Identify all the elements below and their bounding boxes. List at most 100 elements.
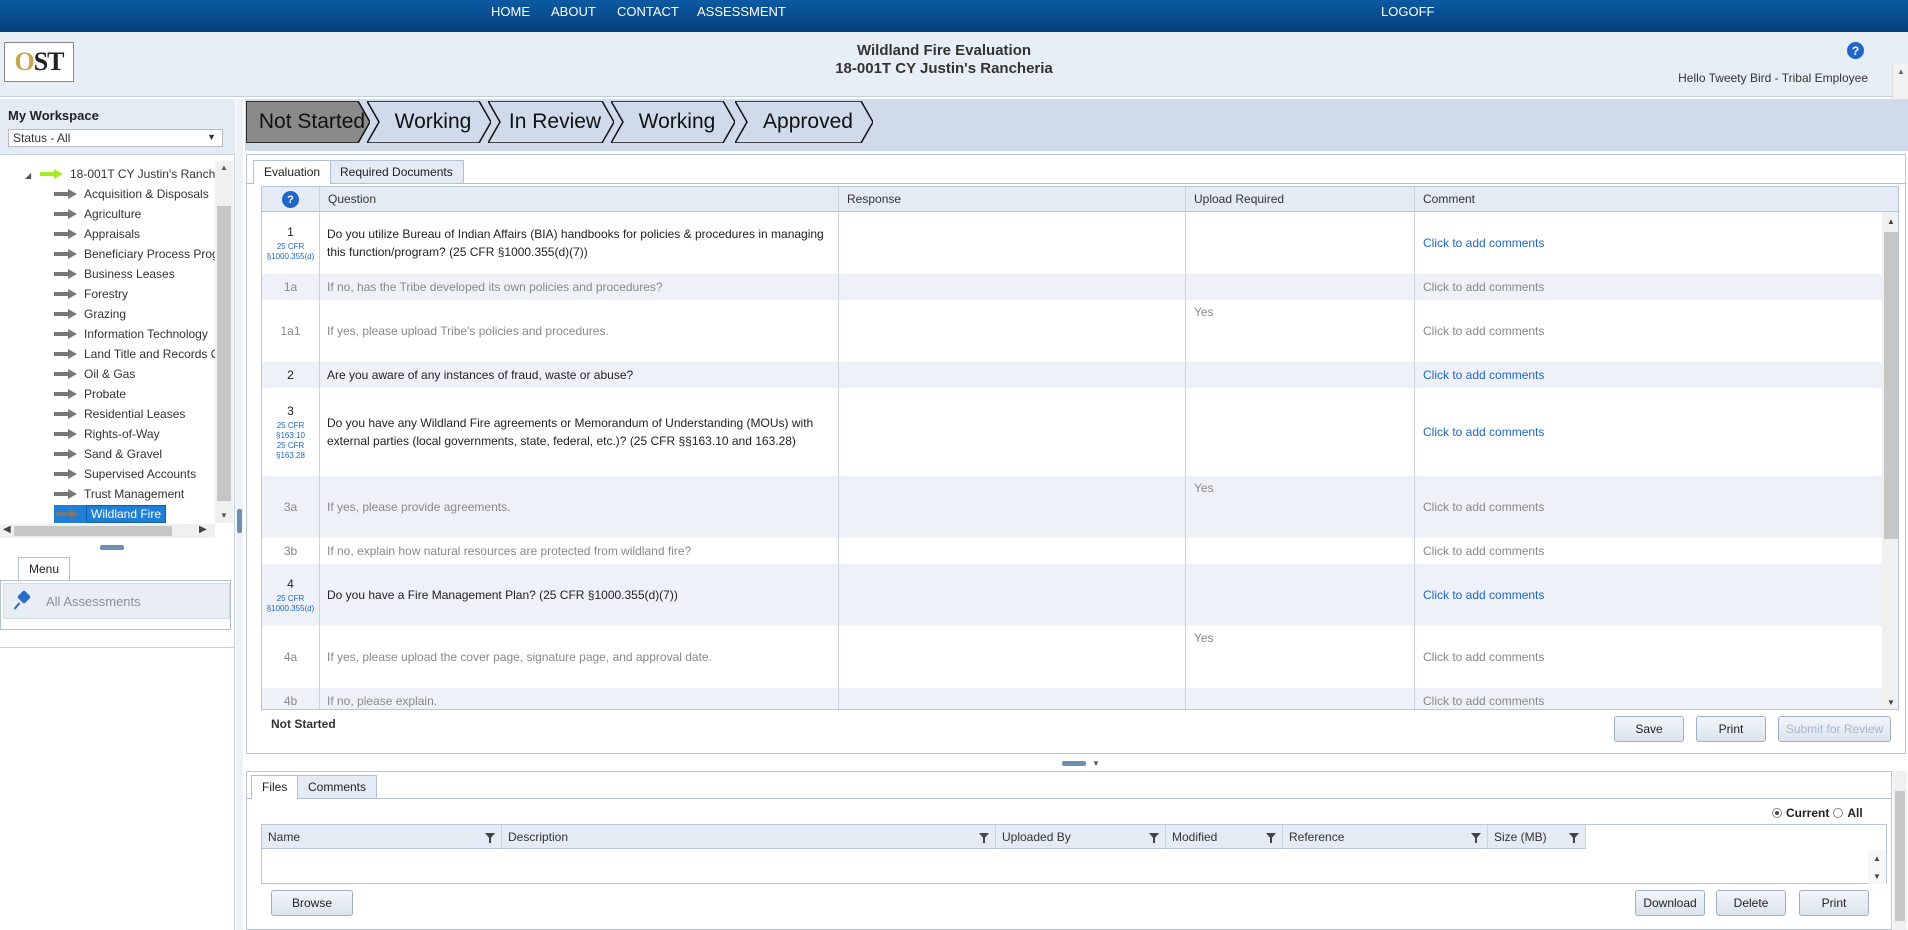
comment-cell[interactable]: Click to add comments bbox=[1414, 538, 1882, 564]
cfr-reference-link[interactable]: 25 CFR bbox=[277, 441, 305, 451]
tree-item-residential-leases[interactable]: Residential Leases bbox=[54, 405, 185, 423]
add-comment-link[interactable]: Click to add comments bbox=[1423, 588, 1544, 602]
cfr-reference-link[interactable]: §1000.355(d) bbox=[267, 252, 315, 262]
files-col-header-uploaded-by[interactable]: Uploaded By bbox=[996, 825, 1166, 849]
filter-icon[interactable] bbox=[979, 833, 989, 843]
filter-icon[interactable] bbox=[485, 833, 495, 843]
help-icon[interactable]: ? bbox=[1847, 42, 1864, 59]
comment-cell[interactable]: Click to add comments bbox=[1414, 362, 1882, 388]
download-button[interactable]: Download bbox=[1635, 890, 1705, 916]
comment-cell[interactable]: Click to add comments bbox=[1414, 212, 1882, 274]
filter-icon[interactable] bbox=[1266, 833, 1276, 843]
scroll-right-icon[interactable]: ▶ bbox=[199, 524, 207, 535]
menu-item-all-assessments[interactable]: All Assessments bbox=[3, 583, 230, 619]
tree-item-oil-gas[interactable]: Oil & Gas bbox=[54, 365, 135, 383]
panel-splitter-grip[interactable] bbox=[100, 545, 124, 550]
filter-icon[interactable] bbox=[1471, 833, 1481, 843]
horizontal-splitter[interactable]: ▼ bbox=[245, 759, 1908, 768]
tab-required-documents[interactable]: Required Documents bbox=[329, 160, 464, 184]
scroll-down-icon[interactable]: ▼ bbox=[220, 511, 228, 520]
tab-comments[interactable]: Comments bbox=[297, 775, 378, 799]
tree-item-beneficiary-process-program[interactable]: Beneficiary Process Program bbox=[54, 245, 215, 263]
tree-item-rights-of-way[interactable]: Rights-of-Way bbox=[54, 425, 160, 443]
scroll-up-icon[interactable]: ▲ bbox=[1873, 854, 1881, 863]
nav-assessment-link[interactable]: ASSESSMENT bbox=[697, 4, 786, 19]
response-cell[interactable] bbox=[838, 388, 1185, 476]
response-cell[interactable] bbox=[838, 212, 1185, 274]
comment-cell[interactable]: Click to add comments bbox=[1414, 688, 1882, 709]
add-comment-link[interactable]: Click to add comments bbox=[1423, 324, 1544, 338]
delete-button[interactable]: Delete bbox=[1716, 890, 1786, 916]
scroll-thumb[interactable] bbox=[1895, 791, 1905, 921]
tree-item-forestry[interactable]: Forestry bbox=[54, 285, 128, 303]
files-grid-scrollbar[interactable]: ▲ ▼ bbox=[1868, 850, 1886, 884]
submit-for-review-button[interactable]: Submit for Review bbox=[1778, 716, 1891, 742]
tree-item-business-leases[interactable]: Business Leases bbox=[54, 265, 175, 283]
grid-vscrollbar[interactable]: ▲ ▼ bbox=[1882, 212, 1898, 709]
tree-item-supervised-accounts[interactable]: Supervised Accounts bbox=[54, 465, 196, 483]
tree-item-land-title-and-records-offices[interactable]: Land Title and Records Offices bbox=[54, 345, 215, 363]
tab-evaluation[interactable]: Evaluation bbox=[253, 160, 332, 184]
nav-about-link[interactable]: ABOUT bbox=[551, 4, 596, 19]
status-filter-select[interactable]: Status - All ▼ bbox=[8, 129, 223, 147]
response-cell[interactable] bbox=[838, 626, 1185, 688]
cfr-reference-link[interactable]: §1000.355(d) bbox=[267, 604, 315, 614]
scroll-up-icon[interactable]: ▲ bbox=[220, 163, 228, 172]
add-comment-link[interactable]: Click to add comments bbox=[1423, 236, 1544, 250]
response-cell[interactable] bbox=[838, 538, 1185, 564]
cfr-reference-link[interactable]: 25 CFR bbox=[277, 242, 305, 252]
splitter-grip[interactable] bbox=[237, 509, 242, 533]
cfr-reference-link[interactable]: §163.10 bbox=[276, 431, 305, 441]
scroll-left-icon[interactable]: ◀ bbox=[3, 524, 11, 535]
tree-item-grazing[interactable]: Grazing bbox=[54, 305, 126, 323]
add-comment-link[interactable]: Click to add comments bbox=[1423, 544, 1544, 558]
response-cell[interactable] bbox=[838, 688, 1185, 709]
left-splitter[interactable] bbox=[236, 99, 243, 930]
comment-cell[interactable]: Click to add comments bbox=[1414, 300, 1882, 362]
radio-all[interactable] bbox=[1833, 808, 1844, 818]
tree-hscrollbar[interactable]: ◀ ▶ bbox=[0, 524, 215, 538]
response-cell[interactable] bbox=[838, 274, 1185, 300]
response-cell[interactable] bbox=[838, 362, 1185, 388]
files-col-header-reference[interactable]: Reference bbox=[1283, 825, 1488, 849]
tree-item-agriculture[interactable]: Agriculture bbox=[54, 205, 141, 223]
splitter-grip[interactable] bbox=[1062, 761, 1086, 766]
tree-root-item[interactable]: 18-001T CY Justin's Rancheria bbox=[40, 165, 215, 183]
tab-files[interactable]: Files bbox=[251, 775, 299, 799]
tree-item-sand-gravel[interactable]: Sand & Gravel bbox=[54, 445, 162, 463]
nav-contact-link[interactable]: CONTACT bbox=[617, 4, 679, 19]
col-header-comment[interactable]: Comment bbox=[1414, 187, 1882, 212]
scroll-up-icon[interactable]: ▲ bbox=[1897, 67, 1905, 76]
add-comment-link[interactable]: Click to add comments bbox=[1423, 694, 1544, 708]
files-print-button[interactable]: Print bbox=[1799, 890, 1869, 916]
tab-menu[interactable]: Menu bbox=[18, 557, 70, 581]
files-col-header-modified[interactable]: Modified bbox=[1166, 825, 1283, 849]
add-comment-link[interactable]: Click to add comments bbox=[1423, 500, 1544, 514]
col-header-response[interactable]: Response bbox=[838, 187, 1185, 212]
comment-cell[interactable]: Click to add comments bbox=[1414, 388, 1882, 476]
radio-current[interactable] bbox=[1772, 808, 1782, 818]
tree-vscrollbar[interactable]: ▲ ▼ bbox=[215, 161, 233, 523]
scroll-up-icon[interactable]: ▲ bbox=[1887, 217, 1895, 226]
col-header-question[interactable]: Question bbox=[319, 187, 838, 212]
print-button[interactable]: Print bbox=[1696, 716, 1766, 742]
scroll-thumb[interactable] bbox=[1884, 232, 1898, 539]
nav-logoff-link[interactable]: LOGOFF bbox=[1381, 4, 1434, 19]
scroll-down-icon[interactable]: ▼ bbox=[1873, 872, 1881, 881]
filter-icon[interactable] bbox=[1569, 833, 1579, 843]
files-col-header-name[interactable]: Name bbox=[262, 825, 502, 849]
tree-item-probate[interactable]: Probate bbox=[54, 385, 126, 403]
tree-item-information-technology[interactable]: Information Technology bbox=[54, 325, 208, 343]
add-comment-link[interactable]: Click to add comments bbox=[1423, 280, 1544, 294]
tree-item-trust-management[interactable]: Trust Management bbox=[54, 485, 184, 503]
scroll-thumb[interactable] bbox=[217, 206, 231, 501]
files-col-header-description[interactable]: Description bbox=[502, 825, 996, 849]
comment-cell[interactable]: Click to add comments bbox=[1414, 274, 1882, 300]
nav-home-link[interactable]: HOME bbox=[491, 4, 530, 19]
question-help-icon[interactable]: ? bbox=[282, 191, 299, 208]
response-cell[interactable] bbox=[838, 564, 1185, 626]
chevron-down-icon[interactable]: ▼ bbox=[1092, 759, 1100, 768]
scroll-down-icon[interactable]: ▼ bbox=[1887, 698, 1895, 707]
cfr-reference-link[interactable]: §163.28 bbox=[276, 451, 305, 461]
tree-item-wildland-fire[interactable]: Wildland Fire bbox=[54, 505, 167, 523]
